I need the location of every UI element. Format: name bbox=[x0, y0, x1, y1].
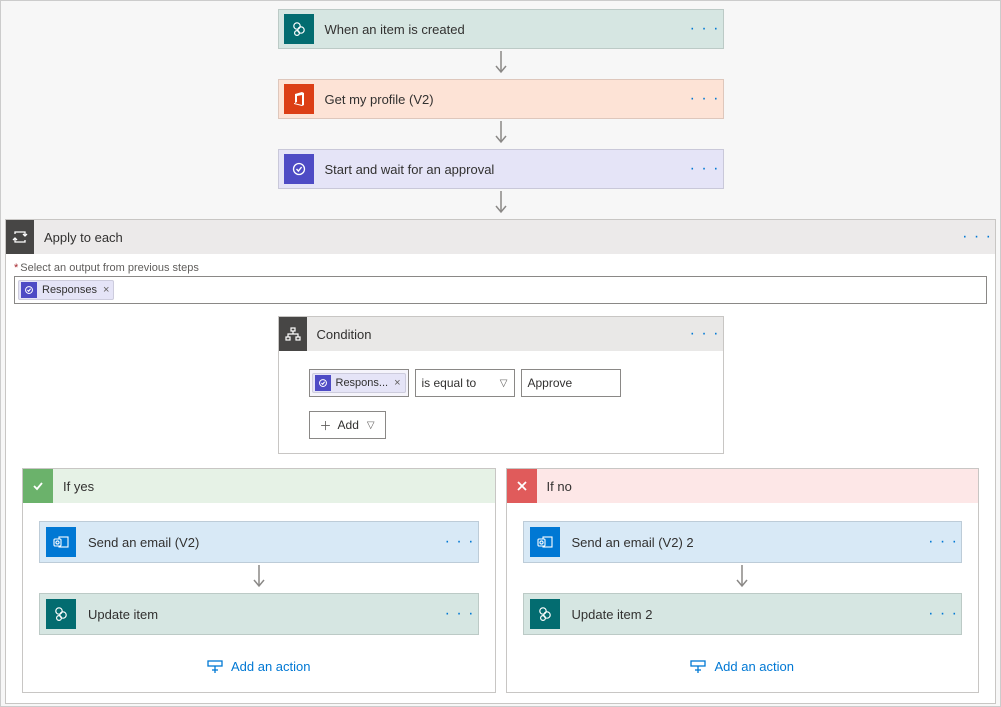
condition-left-operand[interactable]: Respons... × bbox=[309, 369, 409, 397]
if-no-branch: If no Send an email (V2) 2 · · · bbox=[506, 468, 980, 693]
condition-container: Condition · · · Respons... × bbox=[14, 316, 987, 454]
approval-menu[interactable]: · · · bbox=[687, 160, 723, 178]
arrow-icon bbox=[494, 119, 508, 149]
chevron-down-icon: ▽ bbox=[500, 378, 508, 389]
approval-label: Start and wait for an approval bbox=[319, 162, 687, 177]
outlook-icon bbox=[530, 527, 560, 557]
approval-card[interactable]: Start and wait for an approval · · · bbox=[278, 149, 724, 189]
branches: If yes Send an email (V2) · · · bbox=[14, 454, 987, 701]
approval-icon bbox=[21, 282, 37, 298]
send-email-no-card[interactable]: Send an email (V2) 2 · · · bbox=[523, 521, 963, 563]
approval-icon bbox=[315, 375, 331, 391]
condition-title: Condition bbox=[317, 327, 372, 342]
sharepoint-icon bbox=[284, 14, 314, 44]
update-item-yes-card[interactable]: Update item · · · bbox=[39, 593, 479, 635]
arrow-icon bbox=[494, 49, 508, 79]
if-yes-title: If yes bbox=[63, 479, 94, 494]
sharepoint-icon bbox=[46, 599, 76, 629]
update-item-no-card[interactable]: Update item 2 · · · bbox=[523, 593, 963, 635]
responses-token[interactable]: Responses × bbox=[18, 280, 114, 300]
card-label: Update item 2 bbox=[566, 607, 926, 622]
check-icon bbox=[23, 469, 53, 503]
card-label: Update item bbox=[82, 607, 442, 622]
card-menu[interactable]: · · · bbox=[442, 533, 478, 551]
close-icon bbox=[507, 469, 537, 503]
office-icon bbox=[284, 84, 314, 114]
card-menu[interactable]: · · · bbox=[925, 533, 961, 551]
trigger-label: When an item is created bbox=[319, 22, 687, 37]
add-action-no[interactable]: Add an action bbox=[690, 659, 794, 674]
apply-to-each-container: Apply to each · · · Select an output fro… bbox=[5, 219, 996, 704]
profile-card[interactable]: Get my profile (V2) · · · bbox=[278, 79, 724, 119]
apply-to-each-menu[interactable]: · · · bbox=[959, 228, 995, 246]
send-email-yes-card[interactable]: Send an email (V2) · · · bbox=[39, 521, 479, 563]
condition-menu[interactable]: · · · bbox=[687, 325, 723, 343]
outlook-icon bbox=[46, 527, 76, 557]
add-action-yes[interactable]: Add an action bbox=[207, 659, 311, 674]
card-menu[interactable]: · · · bbox=[925, 605, 961, 623]
apply-to-each-body: Select an output from previous steps Res… bbox=[6, 254, 995, 703]
sharepoint-icon bbox=[530, 599, 560, 629]
arrow-icon bbox=[252, 563, 266, 593]
token-remove[interactable]: × bbox=[103, 284, 109, 296]
output-field-label: Select an output from previous steps bbox=[14, 262, 987, 274]
profile-menu[interactable]: · · · bbox=[687, 90, 723, 108]
trigger-menu[interactable]: · · · bbox=[687, 20, 723, 38]
condition-body: Respons... × is equal to ▽ Approve bbox=[279, 351, 723, 453]
token-remove[interactable]: × bbox=[394, 377, 400, 389]
apply-to-each-header[interactable]: Apply to each · · · bbox=[6, 220, 995, 254]
token-text: Respons... bbox=[336, 377, 389, 389]
plus-icon: ＋ bbox=[320, 417, 332, 434]
if-yes-header[interactable]: If yes bbox=[23, 469, 495, 503]
if-yes-branch: If yes Send an email (V2) · · · bbox=[22, 468, 496, 693]
add-condition-button[interactable]: ＋ Add ▽ bbox=[309, 411, 386, 439]
condition-right-operand[interactable]: Approve bbox=[521, 369, 621, 397]
arrow-icon bbox=[735, 563, 749, 593]
if-no-title: If no bbox=[547, 479, 572, 494]
card-label: Send an email (V2) 2 bbox=[566, 535, 926, 550]
add-action-icon bbox=[690, 660, 706, 674]
condition-icon bbox=[279, 317, 307, 351]
loop-icon bbox=[6, 220, 34, 254]
add-action-icon bbox=[207, 660, 223, 674]
trigger-card[interactable]: When an item is created · · · bbox=[278, 9, 724, 49]
arrow-icon bbox=[494, 189, 508, 219]
top-flow: When an item is created · · · Get my pro… bbox=[1, 1, 1000, 219]
profile-label: Get my profile (V2) bbox=[319, 92, 687, 107]
card-menu[interactable]: · · · bbox=[442, 605, 478, 623]
if-no-header[interactable]: If no bbox=[507, 469, 979, 503]
condition-header[interactable]: Condition · · · bbox=[279, 317, 723, 351]
output-field[interactable]: Responses × bbox=[14, 276, 987, 304]
token-text: Responses bbox=[42, 284, 97, 296]
apply-to-each-title: Apply to each bbox=[44, 230, 123, 245]
chevron-down-icon: ▽ bbox=[367, 420, 375, 431]
approval-icon bbox=[284, 154, 314, 184]
condition-operator[interactable]: is equal to ▽ bbox=[415, 369, 515, 397]
card-label: Send an email (V2) bbox=[82, 535, 442, 550]
